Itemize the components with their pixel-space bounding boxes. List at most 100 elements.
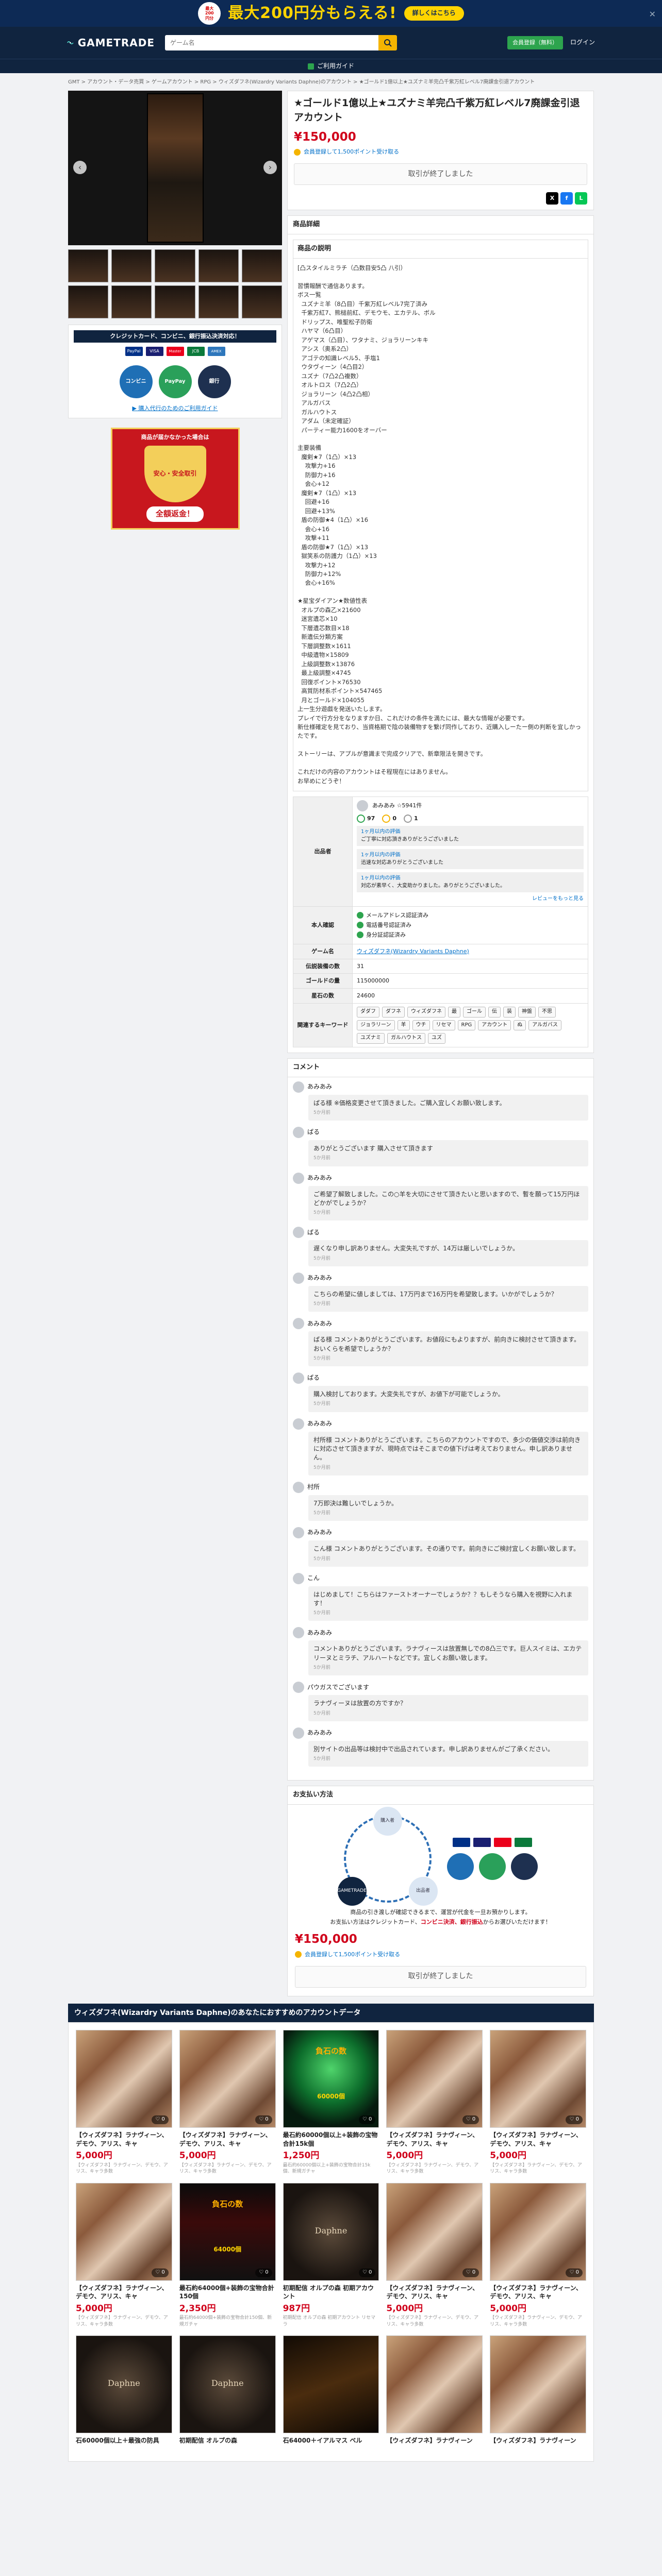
breadcrumb[interactable]: GMT > アカウント・データ売買 > ゲームアカウント > RPG > ウィズ…: [68, 78, 594, 87]
guide-bar[interactable]: ご利用ガイド: [0, 59, 662, 73]
login-link[interactable]: ログイン: [570, 38, 595, 47]
thumbnail[interactable]: [241, 285, 282, 318]
related-item-image[interactable]: Daphne: [76, 2335, 172, 2434]
like-count[interactable]: ♡ 0: [255, 2268, 272, 2277]
keyword-tag[interactable]: アカウント: [478, 1020, 511, 1031]
related-item-title[interactable]: 最石約60000個以上+装飾の宝物合計15k個: [283, 2131, 379, 2148]
like-count[interactable]: ♡ 0: [462, 2115, 479, 2124]
comment-user[interactable]: あみあみ: [307, 1174, 332, 1182]
keyword-tag[interactable]: ゴール: [463, 1007, 486, 1018]
like-count[interactable]: ♡ 0: [152, 2268, 169, 2277]
comment-user[interactable]: こん: [307, 1574, 320, 1583]
keyword-tag[interactable]: ウチ: [412, 1020, 430, 1031]
close-icon[interactable]: ✕: [649, 8, 656, 20]
keyword-tag[interactable]: 装: [503, 1007, 516, 1018]
thumbnail[interactable]: [155, 285, 195, 318]
keyword-tag[interactable]: RPG: [457, 1020, 476, 1031]
related-item-title[interactable]: 【ウィズダフネ】ラナヴィーン、デモウ、アリス、キャ: [76, 2284, 172, 2301]
keyword-tag[interactable]: ガルハウトス: [387, 1033, 425, 1044]
comment-user[interactable]: パウガスでございます: [307, 1683, 369, 1692]
related-item-image[interactable]: 負石の数 60000個 ♡ 0: [283, 2029, 379, 2128]
keyword-tag[interactable]: ジョラリーン: [357, 1020, 395, 1031]
thumbnail[interactable]: [68, 249, 109, 282]
signup-button[interactable]: 会員登録（無料）: [507, 36, 563, 49]
like-count[interactable]: ♡ 0: [152, 2115, 169, 2124]
related-item[interactable]: ♡ 0 【ウィズダフネ】ラナヴィーン、デモウ、アリス、キャ 5,000円 【ウィズダフ…: [386, 2029, 483, 2176]
related-item-image[interactable]: ♡ 0: [76, 2182, 172, 2281]
keyword-tag[interactable]: 羊: [397, 1020, 410, 1031]
product-main-image[interactable]: ‹ ›: [68, 91, 282, 245]
keyword-tag[interactable]: ウィズダフネ: [407, 1007, 445, 1018]
related-item-title[interactable]: 【ウィズダフネ】ラナヴィーン: [490, 2436, 586, 2454]
search-button[interactable]: [378, 35, 397, 50]
promo-details-button[interactable]: 詳しくはこちら: [404, 6, 464, 21]
related-item[interactable]: ♡ 0 【ウィズダフネ】ラナヴィーン、デモウ、アリス、キャ 5,000円 【ウィズダフ…: [490, 2182, 586, 2329]
related-item-image[interactable]: ♡ 0: [490, 2029, 586, 2128]
related-item-title[interactable]: 最石約64000個+装飾の宝物合計150個: [179, 2284, 276, 2301]
thumbnail[interactable]: [111, 249, 152, 282]
related-item[interactable]: 負石の数 64000個 ♡ 0 最石約64000個+装飾の宝物合計150個 2,350円…: [179, 2182, 276, 2329]
like-count[interactable]: ♡ 0: [358, 2268, 376, 2277]
comment-user[interactable]: あみあみ: [307, 1319, 332, 1328]
keyword-tag[interactable]: 伝: [488, 1007, 501, 1018]
like-count[interactable]: ♡ 0: [255, 2115, 272, 2124]
related-item-image[interactable]: [490, 2335, 586, 2434]
related-item-image[interactable]: ♡ 0: [386, 2182, 483, 2281]
keyword-tag[interactable]: 不思: [538, 1007, 556, 1018]
related-item[interactable]: Daphne ♡ 0 初期配信 オルプの森 初期アカウント 987円 初期配信 オルプの…: [283, 2182, 379, 2329]
thumbnail[interactable]: [68, 285, 109, 318]
keyword-tag[interactable]: ダフネ: [382, 1007, 405, 1018]
related-item-image[interactable]: 負石の数 64000個 ♡ 0: [179, 2182, 276, 2281]
site-logo[interactable]: GAMETRADE: [67, 36, 155, 50]
related-item-title[interactable]: 石64000＋イアルマス ベル: [283, 2436, 379, 2454]
related-item[interactable]: 【ウィズダフネ】ラナヴィーン: [386, 2335, 483, 2454]
keyword-tag[interactable]: ユズナミ: [357, 1033, 385, 1044]
comment-user[interactable]: あみあみ: [307, 1728, 332, 1737]
related-item[interactable]: ♡ 0 【ウィズダフネ】ラナヴィーン、デモウ、アリス、キャ 5,000円 【ウィズダフ…: [76, 2029, 172, 2176]
keyword-tag[interactable]: 神盤: [518, 1007, 536, 1018]
related-item-title[interactable]: 【ウィズダフネ】ラナヴィーン: [386, 2436, 483, 2454]
related-item-image[interactable]: [283, 2335, 379, 2434]
keyword-tag[interactable]: アルガバス: [528, 1020, 561, 1031]
like-count[interactable]: ♡ 0: [566, 2115, 583, 2124]
comment-user[interactable]: あみあみ: [307, 1528, 332, 1537]
keyword-tag[interactable]: リセマ: [432, 1020, 455, 1031]
related-item-title[interactable]: 初期配信 オルプの森: [179, 2436, 276, 2454]
keyword-tag[interactable]: ぬ: [514, 1020, 526, 1031]
thumbnail[interactable]: [241, 249, 282, 282]
related-item[interactable]: Daphne 初期配信 オルプの森: [179, 2335, 276, 2454]
related-item-image[interactable]: ♡ 0: [76, 2029, 172, 2128]
search-input[interactable]: [165, 35, 378, 50]
seller-name[interactable]: あみあみ ☆5941件: [372, 802, 422, 810]
comment-user[interactable]: ぱる: [307, 1228, 320, 1237]
points-link[interactable]: 会員登録して1,500ポイント受け取る: [295, 1951, 586, 1959]
comment-user[interactable]: 村所: [307, 1483, 320, 1492]
like-count[interactable]: ♡ 0: [358, 2115, 376, 2124]
related-item[interactable]: ♡ 0 【ウィズダフネ】ラナヴィーン、デモウ、アリス、キャ 5,000円 【ウィズダフ…: [76, 2182, 172, 2329]
related-item-image[interactable]: Daphne ♡ 0: [283, 2182, 379, 2281]
related-item[interactable]: ♡ 0 【ウィズダフネ】ラナヴィーン、デモウ、アリス、キャ 5,000円 【ウィズダフ…: [179, 2029, 276, 2176]
related-item[interactable]: 石64000＋イアルマス ベル: [283, 2335, 379, 2454]
related-item-title[interactable]: 【ウィズダフネ】ラナヴィーン、デモウ、アリス、キャ: [179, 2131, 276, 2148]
related-item-image[interactable]: [386, 2335, 483, 2434]
comment-user[interactable]: あみあみ: [307, 1629, 332, 1637]
related-item-image[interactable]: ♡ 0: [179, 2029, 276, 2128]
keyword-tag[interactable]: 最: [448, 1007, 460, 1018]
related-item-title[interactable]: 【ウィズダフネ】ラナヴィーン、デモウ、アリス、キャ: [76, 2131, 172, 2148]
related-item-title[interactable]: 【ウィズダフネ】ラナヴィーン、デモウ、アリス、キャ: [386, 2131, 483, 2148]
related-item-title[interactable]: 初期配信 オルプの森 初期アカウント: [283, 2284, 379, 2301]
thumbnail[interactable]: [198, 285, 239, 318]
related-item[interactable]: 負石の数 60000個 ♡ 0 最石約60000個以上+装飾の宝物合計15k個 1,25…: [283, 2029, 379, 2176]
related-item-title[interactable]: 【ウィズダフネ】ラナヴィーン、デモウ、アリス、キャ: [490, 2284, 586, 2301]
comment-user[interactable]: ぱる: [307, 1374, 320, 1382]
game-link[interactable]: ウィズダフネ(Wizardry Variants Daphne): [357, 948, 469, 955]
thumbnail[interactable]: [155, 249, 195, 282]
related-item[interactable]: Daphne 石60000個以上＋最強の防具: [76, 2335, 172, 2454]
comment-user[interactable]: あみあみ: [307, 1082, 332, 1091]
comment-user[interactable]: あみあみ: [307, 1419, 332, 1428]
thumbnail[interactable]: [111, 285, 152, 318]
keyword-tag[interactable]: ダダフ: [357, 1007, 379, 1018]
more-reviews-link[interactable]: レビューをもっと見る: [357, 895, 584, 903]
related-item-image[interactable]: ♡ 0: [386, 2029, 483, 2128]
promo-banner[interactable]: 最大 200 円分 最大200円分もらえる! 詳しくはこちら ✕: [0, 0, 662, 27]
